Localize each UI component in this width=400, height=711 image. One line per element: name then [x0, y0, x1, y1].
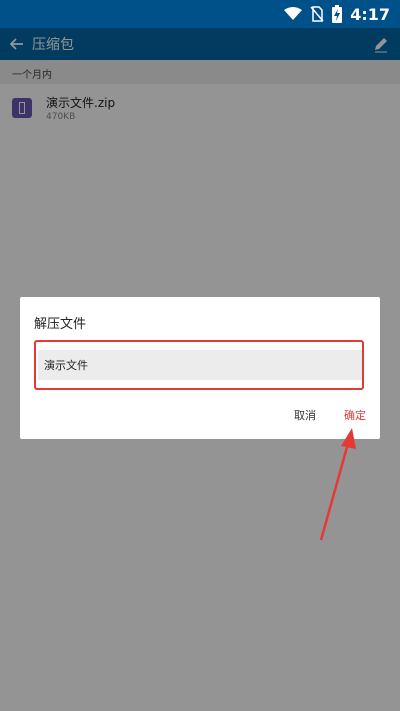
confirm-button[interactable]: 确定	[344, 407, 366, 423]
no-sim-icon	[310, 6, 324, 22]
extract-dialog: 解压文件 取消 确定	[20, 297, 380, 439]
clock: 4:17	[350, 4, 390, 24]
battery-charging-icon	[332, 5, 343, 23]
status-icons: 4:17	[284, 0, 390, 28]
cancel-button[interactable]: 取消	[294, 407, 316, 423]
wifi-icon	[284, 7, 303, 21]
filename-input[interactable]	[38, 350, 362, 380]
status-bar: 4:17	[0, 0, 400, 28]
dialog-title: 解压文件	[34, 317, 87, 332]
